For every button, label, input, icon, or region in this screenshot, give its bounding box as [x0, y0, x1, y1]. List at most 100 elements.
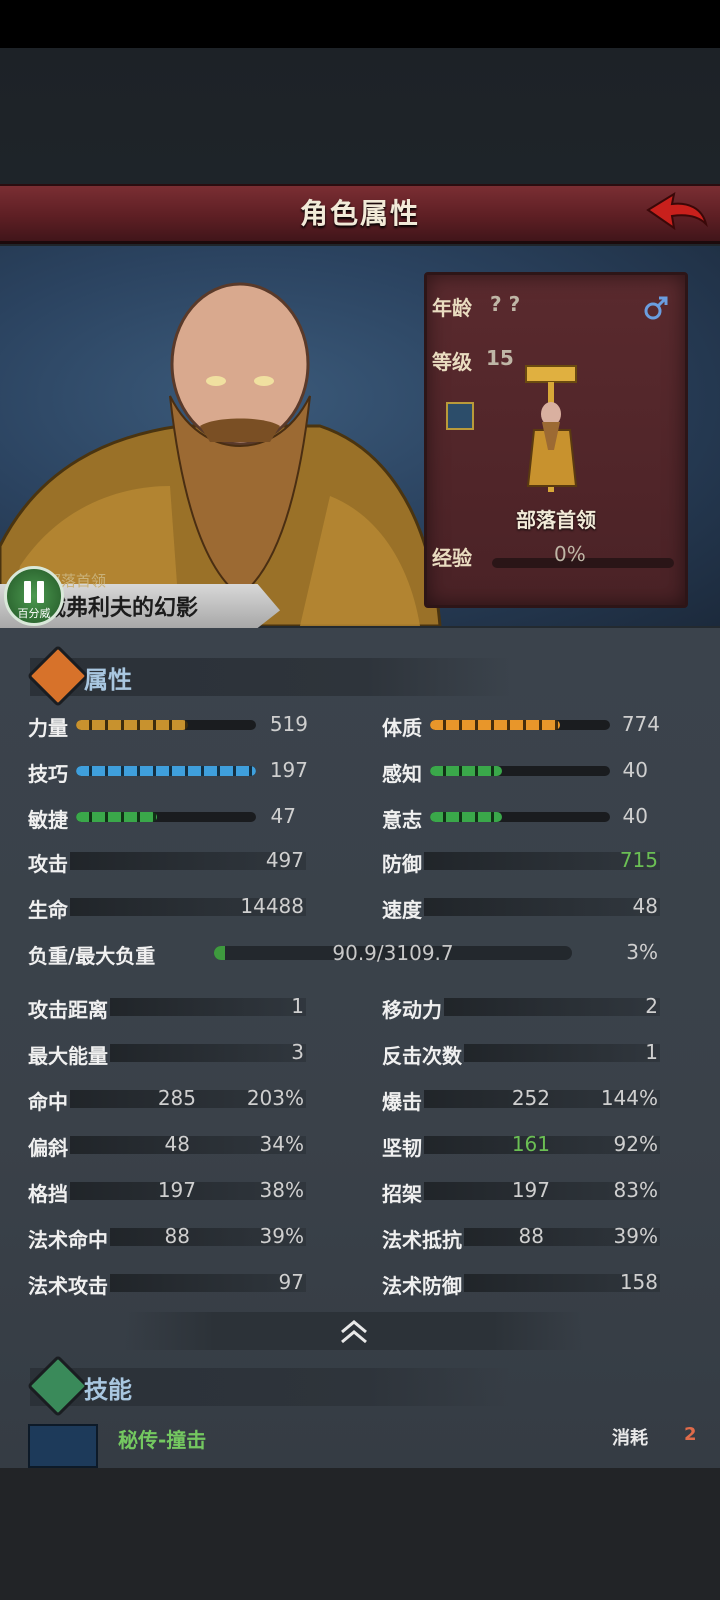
stat-label: 意志	[382, 808, 422, 832]
male-icon	[644, 296, 668, 320]
stat-percent: 92%	[613, 1132, 658, 1156]
stat-label: 攻击	[28, 852, 68, 876]
sword-icon	[446, 402, 474, 430]
stat-value: 2	[645, 994, 658, 1018]
stat-bar-fill	[76, 766, 256, 776]
age-value: ? ?	[490, 292, 521, 316]
stat-percent: 144%	[600, 1086, 658, 1110]
stat-label: 法术防御	[382, 1274, 462, 1298]
pause-button[interactable]: 百分威	[4, 566, 64, 626]
stat-value: 1	[291, 994, 304, 1018]
skills-title: 技能	[84, 1376, 132, 1404]
stat-percent: 83%	[613, 1178, 658, 1202]
stat-bar-fill	[430, 720, 560, 730]
level-label: 等级	[432, 350, 472, 374]
stat-value: 88	[518, 1224, 544, 1248]
stat-value: 519	[269, 712, 308, 736]
stat-label: 敏捷	[28, 808, 68, 832]
stat-value: 158	[619, 1270, 658, 1294]
stat-label: 体质	[382, 716, 422, 740]
stat-label: 移动力	[382, 998, 442, 1022]
stat-percent: 39%	[259, 1224, 304, 1248]
stat-bar	[430, 720, 610, 730]
stat-percent: 38%	[259, 1178, 304, 1202]
navigation-bar	[0, 1468, 720, 1600]
stat-value: 47	[270, 804, 296, 828]
weight-label: 负重/最大负重	[28, 944, 156, 968]
stat-value: 1	[645, 1040, 658, 1064]
pause-label: 百分威	[17, 607, 51, 620]
collapse-button[interactable]	[124, 1312, 584, 1350]
stat-label: 招架	[382, 1182, 422, 1206]
stat-bar-fill	[76, 812, 157, 822]
skill-cost-label: 消耗	[612, 1428, 648, 1449]
stat-label: 爆击	[382, 1090, 422, 1114]
exp-label: 经验	[432, 546, 472, 570]
stat-label: 防御	[382, 852, 422, 876]
stat-percent: 203%	[246, 1086, 304, 1110]
stat-value: 285	[157, 1086, 196, 1110]
stat-value: 197	[157, 1178, 196, 1202]
status-bar	[0, 0, 720, 48]
stat-percent: 39%	[613, 1224, 658, 1248]
stat-value: 197	[269, 758, 308, 782]
skill-cost-value: 2	[684, 1424, 697, 1445]
stat-bar	[430, 766, 610, 776]
stat-value: 197	[511, 1178, 550, 1202]
stat-bar-fill	[76, 720, 188, 730]
skill-row[interactable]: 秘传-撞击 消耗 2	[28, 1424, 698, 1468]
character-name: 威弗利夫的幻影	[44, 596, 199, 621]
stat-label: 反击次数	[382, 1044, 462, 1068]
age-label: 年龄	[432, 296, 472, 320]
stat-label: 法术命中	[28, 1228, 108, 1252]
stat-label: 法术抵抗	[382, 1228, 462, 1252]
stat-value: 48	[164, 1132, 190, 1156]
weight-percent: 3%	[626, 940, 658, 964]
unit-figure-image	[525, 365, 578, 492]
stat-label: 生命	[28, 898, 68, 922]
pause-icon	[24, 581, 31, 603]
unit-class-label: 部落首领	[516, 508, 596, 532]
stat-value: 14488	[240, 894, 304, 918]
stat-label: 技巧	[28, 762, 68, 786]
back-arrow-icon[interactable]	[644, 190, 710, 238]
stat-value: 252	[511, 1086, 550, 1110]
stat-bar	[76, 720, 256, 730]
stat-label: 最大能量	[28, 1044, 108, 1068]
stat-bar	[76, 812, 256, 822]
weight-value: 90.9/3109.7	[332, 941, 454, 965]
character-portrait	[0, 282, 442, 626]
skill-thumbnail-icon	[28, 1424, 98, 1468]
stat-value: 3	[291, 1040, 304, 1064]
pause-icon	[37, 581, 44, 603]
stat-percent: 34%	[259, 1132, 304, 1156]
stat-value: 40	[622, 758, 648, 782]
stat-bar-fill	[430, 812, 502, 822]
stat-label: 格挡	[28, 1182, 68, 1206]
stat-bar	[430, 812, 610, 822]
stat-value: 97	[278, 1270, 304, 1294]
page-title: 角色属性	[299, 197, 420, 230]
stat-value: 88	[164, 1224, 190, 1248]
stat-value: 161	[511, 1132, 550, 1156]
stat-value: 497	[265, 848, 304, 872]
stat-label: 坚韧	[382, 1136, 422, 1160]
stat-value: 40	[622, 804, 648, 828]
stat-label: 法术攻击	[28, 1274, 108, 1298]
stat-label: 感知	[382, 762, 422, 786]
chevron-up-icon	[341, 1320, 367, 1344]
attributes-title: 属性	[84, 666, 132, 694]
title-bar: 角色属性	[0, 184, 720, 244]
stat-label: 偏斜	[28, 1136, 68, 1160]
skill-name: 秘传-撞击	[118, 1428, 207, 1452]
stat-value: 48	[632, 894, 658, 918]
stat-label: 力量	[28, 716, 68, 740]
exp-value: 0%	[554, 542, 586, 566]
stat-bar-fill	[430, 766, 502, 776]
stat-label: 攻击距离	[28, 998, 108, 1022]
stat-value: 715	[619, 848, 658, 872]
stat-bar	[76, 766, 256, 776]
stat-label: 命中	[28, 1090, 68, 1114]
stat-label: 速度	[382, 898, 422, 922]
stat-value: 774	[621, 712, 660, 736]
